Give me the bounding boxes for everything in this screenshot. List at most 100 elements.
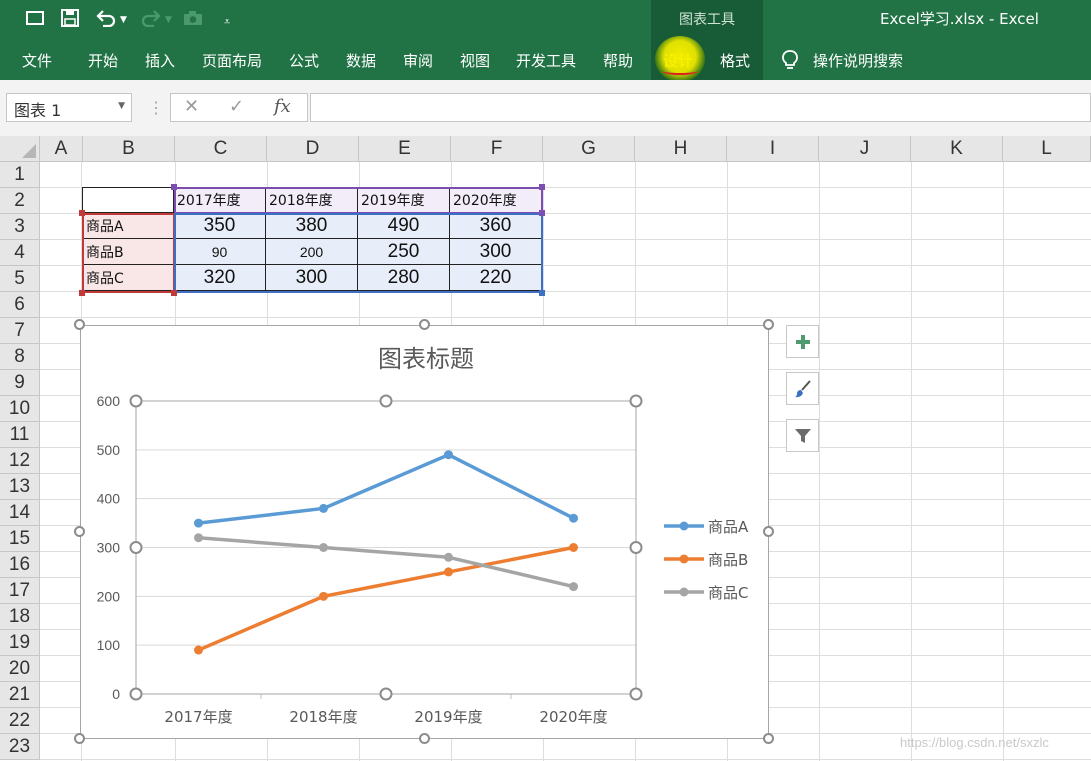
formula-input[interactable] — [310, 93, 1091, 122]
chart-resize-handle[interactable] — [763, 733, 774, 744]
chart-filters-button[interactable] — [786, 419, 819, 452]
data-point[interactable] — [194, 518, 203, 528]
series-line[interactable] — [198, 452, 575, 525]
redo-icon[interactable] — [140, 9, 162, 27]
chart-area[interactable]: 0 100 200 300 400 500 600 2017年度 2018年度 2019年度 202… — [80, 325, 769, 739]
line-chart[interactable]: 0 100 200 300 400 500 600 2017年度 2018年度 2019年度 202… — [81, 326, 768, 738]
tab-developer[interactable]: 开发工具 — [516, 50, 576, 71]
range-handle[interactable] — [539, 210, 545, 216]
row-header-16[interactable]: 16 — [0, 552, 40, 578]
data-point[interactable] — [444, 450, 453, 460]
tab-data[interactable]: 数据 — [346, 50, 376, 71]
chart-resize-handle[interactable] — [763, 319, 774, 330]
column-header-a[interactable]: A — [40, 136, 83, 162]
plot-area-resize-handle[interactable] — [629, 394, 643, 408]
tab-view[interactable]: 视图 — [460, 50, 490, 71]
select-all-button[interactable] — [0, 136, 40, 162]
enter-icon[interactable]: ✓ — [229, 96, 244, 117]
name-box[interactable]: 图表 1 ▼ — [6, 93, 132, 122]
row-header-23[interactable]: 23 — [0, 734, 40, 760]
column-header-c[interactable]: C — [175, 136, 267, 162]
cancel-icon[interactable]: ✕ — [184, 96, 199, 117]
legend-label[interactable]: 商品A — [708, 518, 749, 536]
column-header-f[interactable]: F — [451, 136, 543, 162]
data-point[interactable] — [319, 503, 328, 513]
plot-area-resize-handle[interactable] — [629, 541, 643, 554]
column-header-g[interactable]: G — [543, 136, 635, 162]
row-header-15[interactable]: 15 — [0, 526, 40, 552]
data-point[interactable] — [319, 543, 328, 552]
tab-page-layout[interactable]: 页面布局 — [202, 50, 262, 71]
data-point[interactable] — [194, 645, 203, 655]
row-header-7[interactable]: 7 — [0, 318, 40, 344]
name-box-dropdown-icon[interactable]: ▼ — [118, 101, 125, 111]
chart-title[interactable]: 图表标题 — [378, 345, 474, 373]
row-header-8[interactable]: 8 — [0, 344, 40, 370]
formula-bar-grip-icon[interactable]: ⋮ — [148, 98, 164, 117]
row-header-22[interactable]: 22 — [0, 708, 40, 734]
chart-resize-handle[interactable] — [763, 526, 774, 537]
range-handle[interactable] — [539, 184, 545, 190]
chart-elements-button[interactable] — [786, 325, 819, 358]
row-header-20[interactable]: 20 — [0, 656, 40, 682]
redo-dropdown-icon[interactable]: ▼ — [165, 10, 172, 30]
column-header-j[interactable]: J — [819, 136, 911, 162]
plot-area-resize-handle[interactable] — [629, 687, 643, 701]
tell-me-search[interactable]: 操作说明搜索 — [813, 50, 903, 71]
row-header-11[interactable]: 11 — [0, 422, 40, 448]
data-point[interactable] — [444, 552, 453, 562]
chart-styles-button[interactable] — [786, 372, 819, 405]
row-header-4[interactable]: 4 — [0, 240, 40, 266]
row-header-17[interactable]: 17 — [0, 578, 40, 604]
row-header-12[interactable]: 12 — [0, 448, 40, 474]
tab-help[interactable]: 帮助 — [603, 50, 633, 71]
legend-label[interactable]: 商品B — [708, 551, 748, 569]
window-icon[interactable] — [26, 11, 44, 25]
row-header-13[interactable]: 13 — [0, 474, 40, 500]
column-header-i[interactable]: I — [727, 136, 819, 162]
column-header-e[interactable]: E — [359, 136, 451, 162]
lightbulb-icon[interactable] — [781, 49, 799, 71]
chart-resize-handle[interactable] — [74, 526, 85, 537]
plot-area-resize-handle[interactable] — [129, 687, 143, 701]
undo-icon[interactable] — [95, 9, 117, 27]
row-header-10[interactable]: 10 — [0, 396, 40, 422]
chart-resize-handle[interactable] — [74, 319, 85, 330]
row-header-2[interactable]: 2 — [0, 188, 40, 214]
insert-function-button[interactable]: fx — [274, 96, 291, 117]
data-point[interactable] — [569, 543, 578, 552]
row-header-14[interactable]: 14 — [0, 500, 40, 526]
customize-icon[interactable]: ⩡ — [224, 12, 230, 32]
chart-resize-handle[interactable] — [74, 733, 85, 744]
series-line[interactable] — [198, 535, 574, 589]
row-header-19[interactable]: 19 — [0, 630, 40, 656]
plot-area-resize-handle[interactable] — [379, 687, 393, 701]
tab-formulas[interactable]: 公式 — [289, 50, 319, 71]
column-header-b[interactable]: B — [83, 136, 175, 162]
series-line[interactable] — [197, 545, 574, 652]
row-header-6[interactable]: 6 — [0, 292, 40, 318]
chart-resize-handle[interactable] — [419, 733, 430, 744]
column-header-d[interactable]: D — [267, 136, 359, 162]
tab-review[interactable]: 审阅 — [403, 50, 433, 71]
data-point[interactable] — [569, 513, 578, 523]
row-header-18[interactable]: 18 — [0, 604, 40, 630]
row-header-1[interactable]: 1 — [0, 162, 40, 188]
tab-format[interactable]: 格式 — [720, 50, 750, 71]
table-corner-cell[interactable] — [82, 187, 174, 213]
tab-home[interactable]: 开始 — [88, 50, 118, 71]
column-header-h[interactable]: H — [635, 136, 727, 162]
row-header-9[interactable]: 9 — [0, 370, 40, 396]
row-header-21[interactable]: 21 — [0, 682, 40, 708]
tab-insert[interactable]: 插入 — [145, 50, 175, 71]
chart-resize-handle[interactable] — [419, 319, 430, 330]
plot-area-resize-handle[interactable] — [129, 394, 143, 408]
data-point[interactable] — [319, 591, 328, 601]
legend-label[interactable]: 商品C — [708, 584, 748, 602]
save-icon[interactable] — [61, 9, 79, 27]
column-header-k[interactable]: K — [911, 136, 1003, 162]
range-handle[interactable] — [79, 210, 85, 216]
column-header-l[interactable]: L — [1003, 136, 1091, 162]
data-point[interactable] — [569, 582, 578, 592]
range-handle[interactable] — [539, 290, 545, 296]
